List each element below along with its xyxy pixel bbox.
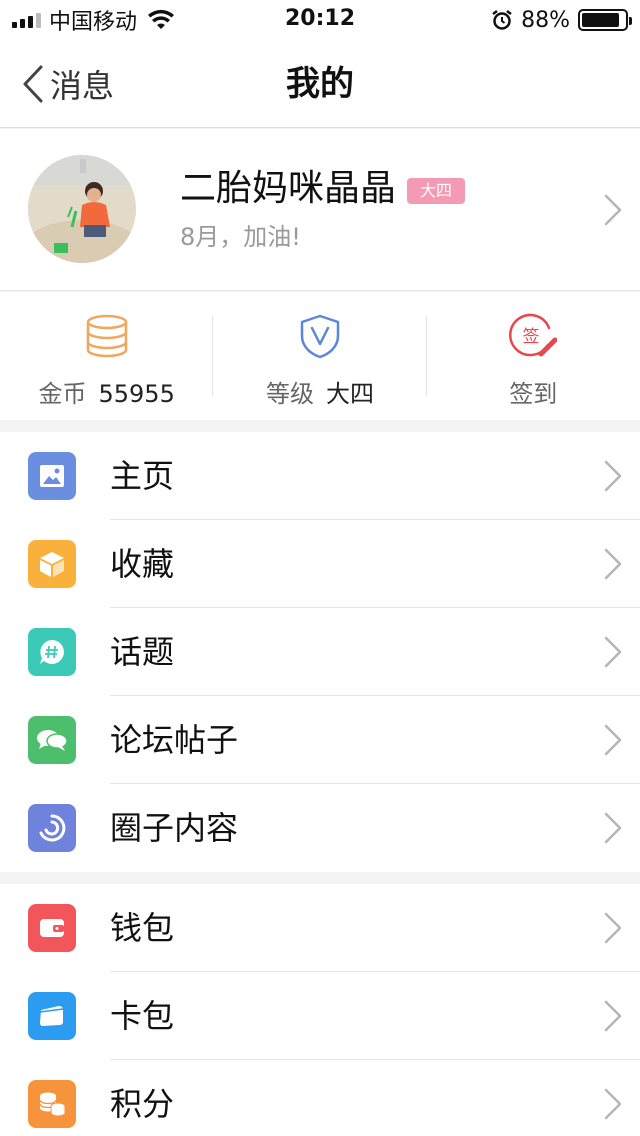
wallet-icon bbox=[28, 904, 76, 952]
chevron-right-icon bbox=[604, 912, 622, 944]
box-icon bbox=[28, 540, 76, 588]
item-label: 论坛帖子 bbox=[110, 721, 239, 759]
item-label: 圈子内容 bbox=[110, 809, 239, 847]
list-item-points[interactable]: 积分 bbox=[0, 1060, 640, 1136]
item-label: 话题 bbox=[110, 633, 175, 671]
menu-group-2: 钱包 卡包 积分 bbox=[0, 884, 640, 1136]
coins-label: 金币 bbox=[38, 380, 87, 408]
item-label: 卡包 bbox=[110, 997, 175, 1035]
chevron-right-icon bbox=[604, 1088, 622, 1120]
page-title: 我的 bbox=[286, 64, 354, 104]
shield-v-icon bbox=[300, 314, 340, 359]
signin-stat[interactable]: 签 签到 bbox=[427, 292, 640, 420]
level-label-row: 等级 大四 bbox=[213, 378, 426, 410]
chevron-right-icon bbox=[604, 194, 622, 226]
coins-stat[interactable]: 金币 55955 bbox=[0, 292, 213, 420]
battery-percent: 88% bbox=[521, 7, 570, 33]
signin-icon-text: 签 bbox=[523, 327, 540, 347]
navigation-bar: 消息 我的 bbox=[0, 40, 640, 128]
list-item-circle-content[interactable]: 圈子内容 bbox=[0, 784, 640, 872]
item-label: 主页 bbox=[110, 457, 175, 495]
list-item-card-holder[interactable]: 卡包 bbox=[0, 972, 640, 1060]
list-item-favorites[interactable]: 收藏 bbox=[0, 520, 640, 608]
circle-swirl-icon bbox=[28, 804, 76, 852]
image-icon bbox=[28, 452, 76, 500]
profile-name: 二胎妈咪晶晶 bbox=[180, 168, 397, 209]
avatar[interactable] bbox=[28, 155, 136, 263]
chevron-right-icon bbox=[604, 724, 622, 756]
level-stat[interactable]: 等级 大四 bbox=[213, 292, 426, 420]
chevron-right-icon bbox=[604, 548, 622, 580]
list-item-topics[interactable]: 话题 bbox=[0, 608, 640, 696]
coins-value: 55955 bbox=[98, 380, 175, 408]
item-label: 钱包 bbox=[110, 909, 175, 947]
list-item-home[interactable]: 主页 bbox=[0, 432, 640, 520]
avatar-photo bbox=[28, 155, 136, 263]
signin-icon: 签 bbox=[509, 313, 558, 357]
level-value: 大四 bbox=[325, 380, 374, 408]
battery-fill bbox=[582, 13, 619, 27]
chevron-right-icon bbox=[604, 812, 622, 844]
chat-bubbles-icon bbox=[28, 716, 76, 764]
chevron-right-icon bbox=[604, 636, 622, 668]
status-right: 88% bbox=[491, 6, 632, 34]
level-badge: 大四 bbox=[407, 178, 465, 204]
coins-label-row: 金币 55955 bbox=[0, 378, 213, 410]
item-label: 收藏 bbox=[110, 545, 175, 583]
menu-group-1: 主页 收藏 话题 论坛帖子 圈子内容 bbox=[0, 432, 640, 872]
profile-card[interactable]: 二胎妈咪晶晶 大四 8月，加油! bbox=[0, 129, 640, 291]
card-icon bbox=[28, 992, 76, 1040]
coins-icon bbox=[86, 314, 127, 358]
chevron-right-icon bbox=[604, 460, 622, 492]
signin-label: 签到 bbox=[509, 380, 558, 408]
battery-icon bbox=[578, 9, 632, 31]
list-item-forum-posts[interactable]: 论坛帖子 bbox=[0, 696, 640, 784]
hashtag-chat-icon bbox=[28, 628, 76, 676]
chevron-right-icon bbox=[604, 1000, 622, 1032]
level-label: 等级 bbox=[265, 380, 314, 408]
coins-stack-icon bbox=[28, 1080, 76, 1128]
profile-subtitle: 8月，加油! bbox=[180, 223, 301, 251]
list-item-wallet[interactable]: 钱包 bbox=[0, 884, 640, 972]
status-bar: 中国移动 20:12 88% bbox=[0, 0, 640, 40]
alarm-icon bbox=[492, 10, 512, 30]
stats-row: 金币 55955 等级 大四 签 签到 bbox=[0, 292, 640, 420]
item-label: 积分 bbox=[110, 1085, 175, 1123]
